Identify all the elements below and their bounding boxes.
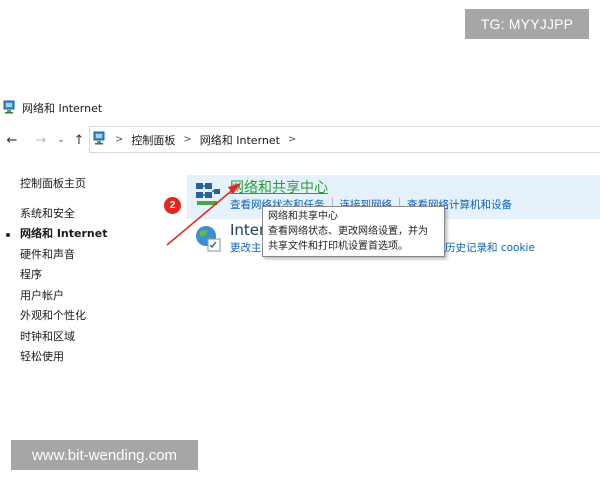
- watermark-bottom: www.bit-wending.com: [11, 440, 198, 470]
- breadcrumb-network-internet[interactable]: 网络和 Internet: [200, 132, 280, 148]
- window-titlebar: 网络和 Internet: [0, 98, 600, 118]
- watermark-top: TG: MYYJJPP: [465, 9, 589, 39]
- annotation-step-badge: 2: [164, 197, 181, 214]
- internet-options-icon[interactable]: [193, 224, 223, 254]
- chevron-down-icon[interactable]: ⌄: [55, 130, 67, 150]
- breadcrumb-separator-icon[interactable]: >: [183, 134, 191, 145]
- breadcrumb-separator-icon[interactable]: >: [115, 134, 123, 145]
- sidebar-item-hardware-sound[interactable]: 硬件和声音: [20, 245, 107, 266]
- control-panel-icon: [93, 131, 107, 148]
- breadcrumb-separator-icon[interactable]: >: [288, 134, 296, 145]
- link-delete-history-cookies[interactable]: 的历史记录和 cookie: [435, 240, 535, 255]
- control-panel-icon: [3, 100, 17, 117]
- sidebar-item-programs[interactable]: 程序: [20, 265, 107, 286]
- window-title: 网络和 Internet: [22, 102, 103, 115]
- sidebar: 控制面板主页 系统和安全 网络和 Internet 硬件和声音 程序 用户帐户 …: [5, 174, 107, 368]
- arrow-up-icon[interactable]: ↑: [71, 130, 87, 150]
- link-change-homepage[interactable]: 更改主: [230, 240, 262, 255]
- sidebar-item-ease-of-access[interactable]: 轻松使用: [20, 347, 107, 368]
- category-title-network-sharing-center[interactable]: 网络和共享中心: [230, 177, 328, 197]
- sidebar-item-network-internet[interactable]: 网络和 Internet: [5, 224, 107, 245]
- arrow-left-icon[interactable]: ←: [4, 130, 20, 150]
- breadcrumb-control-panel[interactable]: 控制面板: [131, 132, 175, 148]
- tooltip-body: 查看网络状态、更改网络设置，并为 共享文件和打印机设置首选项。: [268, 226, 428, 252]
- sidebar-item-user-accounts[interactable]: 用户帐户: [20, 286, 107, 307]
- sidebar-item-system-security[interactable]: 系统和安全: [20, 204, 107, 225]
- network-sharing-center-icon[interactable]: [193, 180, 223, 210]
- address-bar[interactable]: > 控制面板 > 网络和 Internet >: [89, 126, 600, 153]
- tooltip-network-sharing-center: 网络和共享中心 查看网络状态、更改网络设置，并为 共享文件和打印机设置首选项。: [262, 206, 445, 257]
- sidebar-item-clock-region[interactable]: 时钟和区域: [20, 327, 107, 348]
- arrow-right-icon[interactable]: →: [33, 130, 49, 150]
- sidebar-item-home[interactable]: 控制面板主页: [20, 174, 107, 195]
- sidebar-item-appearance[interactable]: 外观和个性化: [20, 306, 107, 327]
- tooltip-title: 网络和共享中心: [268, 211, 338, 222]
